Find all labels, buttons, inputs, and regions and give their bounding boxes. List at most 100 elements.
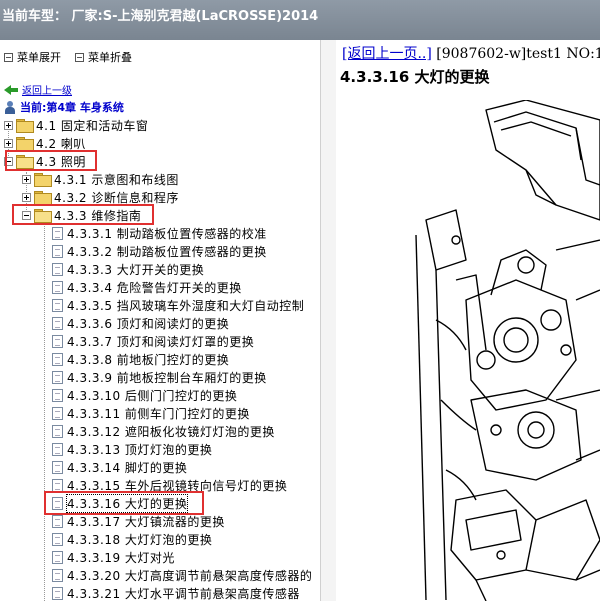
tree-item-label: 4.2 喇叭 [36,136,86,151]
document-icon [52,550,63,564]
page-title: 4.3.3.16 大灯的更换 [340,68,490,86]
document-icon [52,334,63,348]
tree-item-label: 4.3.3.19 大灯对光 [67,550,175,565]
tree-item-4-3-3[interactable]: 4.3.3 维修指南 [22,206,141,224]
tree-item-4-2[interactable]: 4.2 喇叭 [4,134,86,152]
folder-icon [34,173,52,187]
content-pane: [返回上一页..] [9087602-w]test1 NO:12 4.3.3.1… [336,40,600,601]
tree-item-4-3-3-10[interactable]: 4.3.3.10 后侧门门控灯的更换 [52,386,237,404]
expand-menu-button[interactable]: 菜单展开 [4,49,61,65]
tree-item-4-1[interactable]: 4.1 固定和活动车窗 [4,116,148,134]
document-icon [52,370,63,384]
tree-item-label: 4.3.3.17 大灯镇流器的更换 [67,514,225,529]
tree-item-4-3[interactable]: 4.3 照明 [4,152,86,170]
tree-item-4-3-3-20[interactable]: 4.3.3.20 大灯高度调节前悬架高度传感器的 [52,566,312,584]
current-chapter: 当前:第4章 车身系统 [4,99,124,115]
tree-item-label: 4.3.3.7 顶灯和阅读灯灯罩的更换 [67,334,255,349]
tree-item-4-3-3-14[interactable]: 4.3.3.14 脚灯的更换 [52,458,187,476]
collapse-menu-button[interactable]: 菜单折叠 [75,49,132,65]
window-title: 当前车型： 厂家:S-上海别克君越(LaCROSSE)2014 [0,0,600,40]
document-icon [52,280,63,294]
tree-item-label-selected: 4.3.3.16 大灯的更换 [65,493,189,513]
tree-item-4-3-3-13[interactable]: 4.3.3.13 顶灯灯泡的更换 [52,440,212,458]
document-icon [52,244,63,258]
expand-toggle-icon[interactable] [22,192,31,202]
tree-pane: 返回上一级 当前:第4章 车身系统 4.1 固定和活动车窗 4.2 喇叭 4.3… [0,74,320,601]
back-page-link[interactable]: [返回上一页..] [342,46,432,62]
open-folder-icon [16,155,34,169]
document-icon [52,460,63,474]
tree-item-4-3-3-8[interactable]: 4.3.3.8 前地板门控灯的更换 [52,350,229,368]
current-chapter-label: 当前:第4章 车身系统 [20,101,124,114]
user-icon [4,100,16,114]
expand-toggle-icon[interactable] [4,120,13,130]
tree-item-4-3-3-11[interactable]: 4.3.3.11 前侧车门门控灯的更换 [52,404,250,422]
tree-item-label: 4.3.3.14 脚灯的更换 [67,460,188,475]
tree-item-label: 4.3.3.15 车外后视镜转向信号灯的更换 [67,478,288,493]
document-icon [52,388,63,402]
tree-item-4-3-3-2[interactable]: 4.3.3.2 制动踏板位置传感器的更换 [52,242,267,260]
tree-item-4-3-3-12[interactable]: 4.3.3.12 遮阳板化妆镜灯灯泡的更换 [52,422,275,440]
tree-item-label: 4.3.3.4 危险警告灯开关的更换 [67,280,242,295]
tree-item-4-3-3-19[interactable]: 4.3.3.19 大灯对光 [52,548,175,566]
tree-item-label: 4.3.3.5 挡风玻璃车外湿度和大灯自动控制 [67,298,305,313]
open-folder-icon [34,209,52,223]
tree-item-label: 4.3.3.1 制动踏板位置传感器的校准 [67,226,267,241]
document-icon [52,514,63,528]
tree-item-4-3-3-1[interactable]: 4.3.3.1 制动踏板位置传感器的校准 [52,224,267,242]
document-icon [52,586,63,600]
tree-item-4-3-3-7[interactable]: 4.3.3.7 顶灯和阅读灯灯罩的更换 [52,332,254,350]
tree-item-4-3-3-17[interactable]: 4.3.3.17 大灯镇流器的更换 [52,512,225,530]
document-icon [52,478,63,492]
tree-item-label: 4.3.3.10 后侧门门控灯的更换 [67,388,238,403]
tree-scrollbar[interactable] [320,40,336,601]
tree-item-4-3-3-9[interactable]: 4.3.3.9 前地板控制台车厢灯的更换 [52,368,267,386]
tree-item-4-3-3-15[interactable]: 4.3.3.15 车外后视镜转向信号灯的更换 [52,476,287,494]
content-nav: [返回上一页..] [9087602-w]test1 NO:12 [342,43,600,63]
document-icon [52,262,63,276]
folder-icon [16,137,34,151]
tree-item-4-3-1[interactable]: 4.3.1 示意图和布线图 [22,170,179,188]
document-icon [52,568,63,582]
expand-icon [4,52,13,62]
tree-item-label: 4.3 照明 [36,154,86,169]
document-icon [52,532,63,546]
back-arrow-icon [4,84,18,95]
tree-item-label: 4.3.3.13 顶灯灯泡的更换 [67,442,213,457]
folder-icon [34,191,52,205]
tree-item-label: 4.3.3.8 前地板门控灯的更换 [67,352,230,367]
doc-reference: [9087602-w]test1 NO:12 [431,46,600,62]
tree-item-label: 4.3.3.9 前地板控制台车厢灯的更换 [67,370,267,385]
folder-icon [16,119,34,133]
expand-toggle-icon[interactable] [22,174,31,184]
tree-item-label: 4.3.3.12 遮阳板化妆镜灯灯泡的更换 [67,424,275,439]
tree-toolbar: 菜单展开 菜单折叠 [0,40,320,74]
expand-toggle-icon[interactable] [4,138,13,148]
tree-item-4-3-3-21[interactable]: 4.3.3.21 大灯水平调节前悬架高度传感器 [52,584,300,601]
collapse-toggle-icon[interactable] [4,156,13,166]
tree-item-label: 4.3.3.21 大灯水平调节前悬架高度传感器 [67,586,300,601]
document-icon [52,424,63,438]
tree-item-label: 4.3.3.6 顶灯和阅读灯的更换 [67,316,230,331]
tree-item-label: 4.3.2 诊断信息和程序 [54,190,179,205]
collapse-icon [75,52,84,62]
tree-item-4-3-3-6[interactable]: 4.3.3.6 顶灯和阅读灯的更换 [52,314,229,332]
collapse-menu-label: 菜单折叠 [88,51,132,64]
document-icon [52,496,63,510]
tree-item-4-3-3-5[interactable]: 4.3.3.5 挡风玻璃车外湿度和大灯自动控制 [52,296,304,314]
tree-item-4-3-3-16[interactable]: 4.3.3.16 大灯的更换 [52,493,189,513]
tree-item-label: 4.1 固定和活动车窗 [36,118,149,133]
document-icon [52,406,63,420]
tree-item-4-3-3-18[interactable]: 4.3.3.18 大灯灯泡的更换 [52,530,212,548]
tree-item-label: 4.3.3.18 大灯灯泡的更换 [67,532,213,547]
tree-item-4-3-3-4[interactable]: 4.3.3.4 危险警告灯开关的更换 [52,278,242,296]
back-up-level-label: 返回上一级 [22,86,72,97]
tree-item-label: 4.3.3.20 大灯高度调节前悬架高度传感器的 [67,568,313,583]
collapse-toggle-icon[interactable] [22,210,31,220]
tree-item-4-3-3-3[interactable]: 4.3.3.3 大灯开关的更换 [52,260,204,278]
tree-item-4-3-2[interactable]: 4.3.2 诊断信息和程序 [22,188,179,206]
back-up-level-link[interactable]: 返回上一级 [4,82,72,97]
tree-item-label: 4.3.3.2 制动踏板位置传感器的更换 [67,244,267,259]
document-icon [52,442,63,456]
expand-menu-label: 菜单展开 [17,51,61,64]
